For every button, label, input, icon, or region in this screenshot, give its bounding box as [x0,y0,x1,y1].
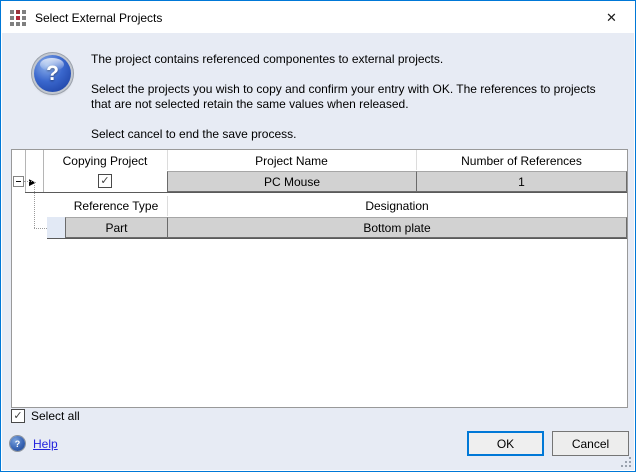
subrow-bottom-line [47,238,627,239]
select-all-checkbox[interactable]: ✓ [11,409,25,423]
project-name-cell[interactable]: PC Mouse [167,171,417,192]
reference-type-cell[interactable]: Part [65,217,168,238]
close-icon: ✕ [606,10,617,26]
column-header-copying-project: Copying Project [43,150,167,171]
subrow-indicator-cell [47,217,65,238]
subcolumn-header-reference-type: Reference Type [65,195,167,217]
row-bottom-line [25,192,627,193]
subcolumn-header-designation: Designation [167,195,627,217]
dialog-content: ? The project contains referenced compon… [2,33,634,470]
projects-table: Copying Project Project Name Number of R… [11,149,628,408]
cancel-button[interactable]: Cancel [552,431,629,456]
question-icon: ? [34,55,71,92]
designation-cell[interactable]: Bottom plate [167,217,627,238]
grid-line [25,150,26,192]
message-line-1: The project contains referenced componen… [91,52,606,67]
help-icon: ? [10,436,25,451]
tree-line [34,228,47,229]
checkmark-icon: ✓ [100,176,109,187]
header-divider [416,150,417,170]
select-all-row: ✓ Select all [11,409,80,423]
checkmark-icon: ✓ [13,411,22,422]
window-title: Select External Projects [35,11,162,25]
ok-button[interactable]: OK [467,431,544,456]
number-of-references-cell[interactable]: 1 [416,171,627,192]
minus-icon [16,181,21,182]
collapse-expander-button[interactable] [13,176,24,187]
grid-line [43,150,44,192]
help-link[interactable]: Help [33,437,58,451]
message-block: The project contains referenced componen… [91,52,606,157]
help-row: ? Help [10,436,58,451]
header-divider [167,196,168,216]
column-header-project-name: Project Name [167,150,416,171]
resize-grip-icon[interactable] [620,456,631,467]
message-line-2: Select the projects you wish to copy and… [91,82,606,112]
column-header-number-of-references: Number of References [416,150,627,171]
select-all-label: Select all [31,409,80,423]
tree-line [34,182,35,228]
tree-line [24,181,34,182]
header-divider [167,150,168,170]
title-bar: Select External Projects ✕ [2,2,634,33]
app-icon [10,10,26,26]
close-button[interactable]: ✕ [589,2,634,33]
copying-project-checkbox[interactable]: ✓ [98,174,112,188]
dialog-window: Select External Projects ✕ ? The project… [0,0,636,472]
message-line-3: Select cancel to end the save process. [91,127,606,142]
